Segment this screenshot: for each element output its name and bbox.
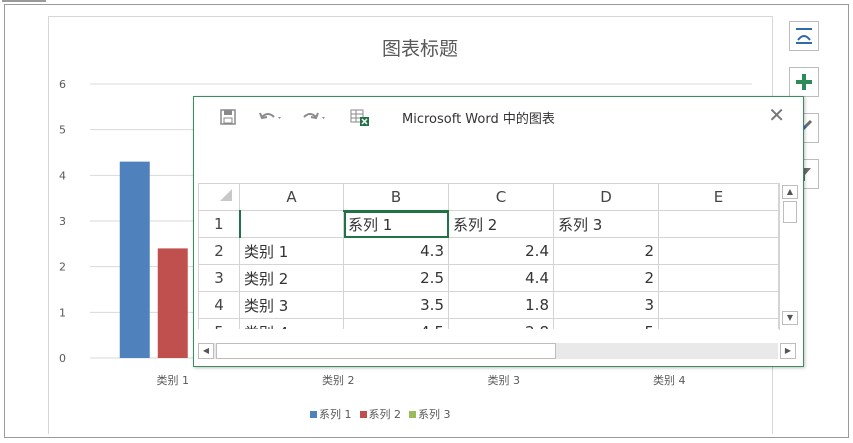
layout-options-button[interactable] xyxy=(789,21,819,51)
row-header-1[interactable]: 1 xyxy=(198,210,241,238)
y-tick-label: 2 xyxy=(59,261,66,274)
vertical-scroll-thumb[interactable] xyxy=(783,201,797,223)
row-header-4[interactable]: 4 xyxy=(198,291,240,319)
legend-label-series-1: 系列 1 xyxy=(319,408,352,421)
cell-c2[interactable]: 2.4 xyxy=(448,237,554,265)
column-header-c[interactable]: C xyxy=(448,183,554,211)
cell-d4[interactable]: 3 xyxy=(553,291,659,319)
y-tick-label: 0 xyxy=(59,352,66,365)
y-tick-label: 6 xyxy=(59,78,66,91)
popup-title: Microsoft Word 中的图表 xyxy=(402,112,555,127)
legend-item-series-1: 系列 1 xyxy=(310,405,352,423)
cell-d3[interactable]: 2 xyxy=(553,264,659,292)
cell-a5[interactable]: 类别 4 xyxy=(239,318,344,329)
cell-a1[interactable] xyxy=(239,210,344,238)
column-header-e[interactable]: E xyxy=(658,183,779,211)
horizontal-scrollbar[interactable]: ◀ ▶ xyxy=(198,343,796,359)
layout-options-icon xyxy=(796,28,812,44)
select-all-corner[interactable] xyxy=(198,183,240,211)
cell-b2[interactable]: 4.3 xyxy=(343,237,449,265)
legend-label-series-3: 系列 3 xyxy=(418,408,451,421)
scroll-up-button[interactable]: ▲ xyxy=(782,185,798,199)
cell-e3[interactable] xyxy=(658,264,779,292)
popup-titlebar[interactable]: Microsoft Word 中的图表 ✕ xyxy=(194,97,803,137)
horizontal-scroll-thumb[interactable] xyxy=(216,343,556,359)
row-header-5[interactable]: 5 xyxy=(198,318,240,329)
excel-data-window[interactable]: Microsoft Word 中的图表 ✕ A B C D E 1 系列 1 系… xyxy=(193,96,804,367)
close-button[interactable]: ✕ xyxy=(768,105,785,125)
spreadsheet-grid[interactable]: A B C D E 1 系列 1 系列 2 系列 3 2 类别 1 4.3 2.… xyxy=(198,183,781,329)
cell-b3[interactable]: 2.5 xyxy=(343,264,449,292)
table-row: 4 类别 3 3.5 1.8 3 xyxy=(198,291,779,319)
cell-b5[interactable]: 4.5 xyxy=(343,318,449,329)
table-row: 5 类别 4 4.5 2.8 5 xyxy=(198,318,779,329)
cell-c5[interactable]: 2.8 xyxy=(448,318,554,329)
cell-e4[interactable] xyxy=(658,291,779,319)
row-header-2[interactable]: 2 xyxy=(198,237,240,265)
x-category-label: 类别 3 xyxy=(488,373,521,387)
x-category-label: 类别 4 xyxy=(653,373,686,387)
column-header-row: A B C D E xyxy=(198,183,779,212)
cell-e2[interactable] xyxy=(658,237,779,265)
cell-d2[interactable]: 2 xyxy=(553,237,659,265)
cell-e5[interactable] xyxy=(658,318,779,329)
bar[interactable] xyxy=(157,248,188,358)
cell-b4[interactable]: 3.5 xyxy=(343,291,449,319)
cell-b1[interactable]: 系列 1 xyxy=(343,210,449,238)
legend-label-series-2: 系列 2 xyxy=(368,408,402,421)
legend-item-series-3: 系列 3 xyxy=(409,405,451,423)
edit-in-excel-icon[interactable] xyxy=(350,109,369,127)
table-row: 2 类别 1 4.3 2.4 2 xyxy=(198,237,779,265)
select-all-triangle-icon xyxy=(220,189,232,201)
cell-c4[interactable]: 1.8 xyxy=(448,291,554,319)
table-row: 3 类别 2 2.5 4.4 2 xyxy=(198,264,779,292)
chart-elements-button[interactable] xyxy=(789,67,819,97)
row-header-3[interactable]: 3 xyxy=(198,264,240,292)
cell-e1[interactable] xyxy=(658,210,779,238)
column-header-d[interactable]: D xyxy=(553,183,659,211)
column-header-b[interactable]: B xyxy=(343,183,449,212)
y-tick-label: 4 xyxy=(59,169,66,182)
y-tick-label: 1 xyxy=(59,306,66,319)
column-header-a[interactable]: A xyxy=(239,183,344,211)
x-category-label: 类别 1 xyxy=(157,373,190,387)
y-tick-label: 5 xyxy=(59,124,66,137)
vertical-scrollbar[interactable]: ▲ ▼ xyxy=(779,183,799,330)
cell-a3[interactable]: 类别 2 xyxy=(239,264,344,292)
bar[interactable] xyxy=(119,161,150,358)
cell-c1[interactable]: 系列 2 xyxy=(448,210,554,238)
plus-icon xyxy=(796,74,812,90)
scroll-down-button[interactable]: ▼ xyxy=(782,311,798,325)
cell-c3[interactable]: 4.4 xyxy=(448,264,554,292)
redo-icon[interactable] xyxy=(302,109,325,127)
save-icon[interactable] xyxy=(220,109,238,127)
cell-d1[interactable]: 系列 3 xyxy=(553,210,659,238)
y-tick-label: 3 xyxy=(59,215,66,228)
chart-legend[interactable]: 系列 1 系列 2 系列 3 xyxy=(310,405,451,423)
table-row: 1 系列 1 系列 2 系列 3 xyxy=(198,210,779,238)
x-category-label: 类别 2 xyxy=(322,373,355,387)
cell-a4[interactable]: 类别 3 xyxy=(239,291,344,319)
legend-swatch-series-2 xyxy=(359,410,367,418)
cell-a2[interactable]: 类别 1 xyxy=(239,237,344,265)
scroll-right-button[interactable]: ▶ xyxy=(780,343,796,359)
scroll-left-button[interactable]: ◀ xyxy=(198,343,214,359)
undo-icon[interactable] xyxy=(258,109,281,127)
legend-item-series-2: 系列 2 xyxy=(359,405,402,423)
cell-d5[interactable]: 5 xyxy=(553,318,659,329)
legend-swatch-series-1 xyxy=(310,410,317,418)
legend-swatch-series-3 xyxy=(409,410,416,418)
